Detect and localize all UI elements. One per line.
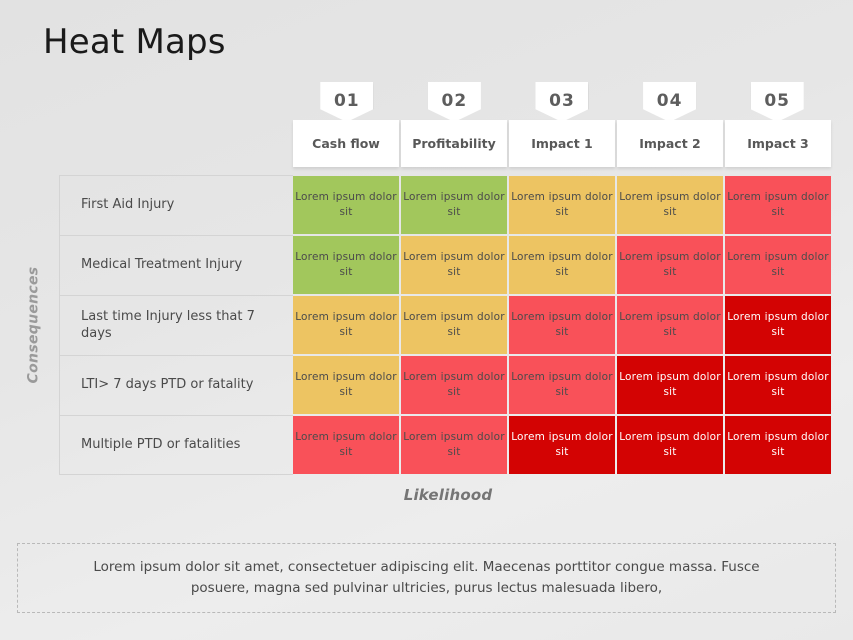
row-cells: Lorem ipsum dolor sit Lorem ipsum dolor s… — [293, 175, 831, 235]
column-header-impact-1[interactable]: Impact 1 — [509, 120, 615, 167]
row-label: Multiple PTD or fatalities — [59, 415, 293, 475]
column-header-impact-3[interactable]: Impact 3 — [725, 120, 831, 167]
x-axis-label: Likelihood — [403, 486, 493, 504]
column-header-profitability[interactable]: Profitability — [401, 120, 507, 167]
footer-note-text: Lorem ipsum dolor sit amet, consectetuer… — [93, 559, 760, 596]
heatmap-cell[interactable]: Lorem ipsum dolor sit — [293, 296, 399, 354]
row-cells: Lorem ipsum dolor sit Lorem ipsum dolor s… — [293, 415, 831, 475]
heat-map-slide: Heat Maps 01 02 03 04 05 Cash flow Profitabil… — [0, 0, 853, 640]
heatmap-cell[interactable]: Lorem ipsum dolor sit — [401, 416, 507, 474]
row-label: LTI> 7 days PTD or fatality — [59, 355, 293, 415]
heatmap-cell[interactable]: Lorem ipsum dolor sit — [401, 296, 507, 354]
column-number-badge[interactable]: 05 — [750, 82, 804, 122]
column-header-impact-2[interactable]: Impact 2 — [617, 120, 723, 167]
column-header-cash-flow[interactable]: Cash flow — [293, 120, 399, 167]
table-row: Last time Injury less that 7 days Lorem i… — [59, 295, 831, 355]
heatmap-cell[interactable]: Lorem ipsum dolor sit — [725, 356, 831, 414]
row-cells: Lorem ipsum dolor sit Lorem ipsum dolor s… — [293, 355, 831, 415]
column-number-badge[interactable]: 02 — [427, 82, 481, 122]
row-label: First Aid Injury — [59, 175, 293, 235]
heatmap-cell[interactable]: Lorem ipsum dolor sit — [617, 356, 723, 414]
row-cells: Lorem ipsum dolor sit Lorem ipsum dolor s… — [293, 235, 831, 295]
heatmap-cell[interactable]: Lorem ipsum dolor sit — [293, 416, 399, 474]
row-cells: Lorem ipsum dolor sit Lorem ipsum dolor s… — [293, 295, 831, 355]
table-row: Multiple PTD or fatalities Lorem ipsum do… — [59, 415, 831, 475]
heatmap-cell[interactable]: Lorem ipsum dolor sit — [509, 416, 615, 474]
heatmap-cell[interactable]: Lorem ipsum dolor sit — [401, 236, 507, 294]
column-number-badge[interactable]: 03 — [535, 82, 589, 122]
heatmap-cell[interactable]: Lorem ipsum dolor sit — [725, 236, 831, 294]
column-number-badge[interactable]: 01 — [320, 82, 374, 122]
heatmap-grid: First Aid Injury Lorem ipsum dolor sit Lor… — [59, 175, 831, 475]
heatmap-cell[interactable]: Lorem ipsum dolor sit — [509, 236, 615, 294]
page-title: Heat Maps — [43, 22, 226, 62]
heatmap-cell[interactable]: Lorem ipsum dolor sit — [401, 176, 507, 234]
column-header-row: Cash flow Profitability Impact 1 Impact 2 Im… — [293, 120, 831, 167]
column-number-badge[interactable]: 04 — [643, 82, 697, 122]
heatmap-cell[interactable]: Lorem ipsum dolor sit — [509, 176, 615, 234]
heatmap-cell[interactable]: Lorem ipsum dolor sit — [293, 356, 399, 414]
heatmap-cell[interactable]: Lorem ipsum dolor sit — [401, 356, 507, 414]
table-row: First Aid Injury Lorem ipsum dolor sit Lor… — [59, 175, 831, 235]
heatmap-cell[interactable]: Lorem ipsum dolor sit — [725, 416, 831, 474]
table-row: LTI> 7 days PTD or fatality Lorem ipsum d… — [59, 355, 831, 415]
y-axis-label-text: Consequences — [25, 266, 41, 384]
heatmap-cell[interactable]: Lorem ipsum dolor sit — [293, 176, 399, 234]
heatmap-cell[interactable]: Lorem ipsum dolor sit — [509, 296, 615, 354]
y-axis-label: Consequences — [22, 245, 44, 405]
footer-note: Lorem ipsum dolor sit amet, consectetuer… — [17, 543, 836, 613]
heatmap-cell[interactable]: Lorem ipsum dolor sit — [617, 176, 723, 234]
heatmap-cell[interactable]: Lorem ipsum dolor sit — [725, 176, 831, 234]
heatmap-cell[interactable]: Lorem ipsum dolor sit — [617, 416, 723, 474]
heatmap-cell[interactable]: Lorem ipsum dolor sit — [617, 236, 723, 294]
row-label: Last time Injury less that 7 days — [59, 295, 293, 355]
heatmap-cell[interactable]: Lorem ipsum dolor sit — [617, 296, 723, 354]
heatmap-cell[interactable]: Lorem ipsum dolor sit — [509, 356, 615, 414]
heatmap-cell[interactable]: Lorem ipsum dolor sit — [725, 296, 831, 354]
heatmap-cell[interactable]: Lorem ipsum dolor sit — [293, 236, 399, 294]
row-label: Medical Treatment Injury — [59, 235, 293, 295]
table-row: Medical Treatment Injury Lorem ipsum dolo… — [59, 235, 831, 295]
